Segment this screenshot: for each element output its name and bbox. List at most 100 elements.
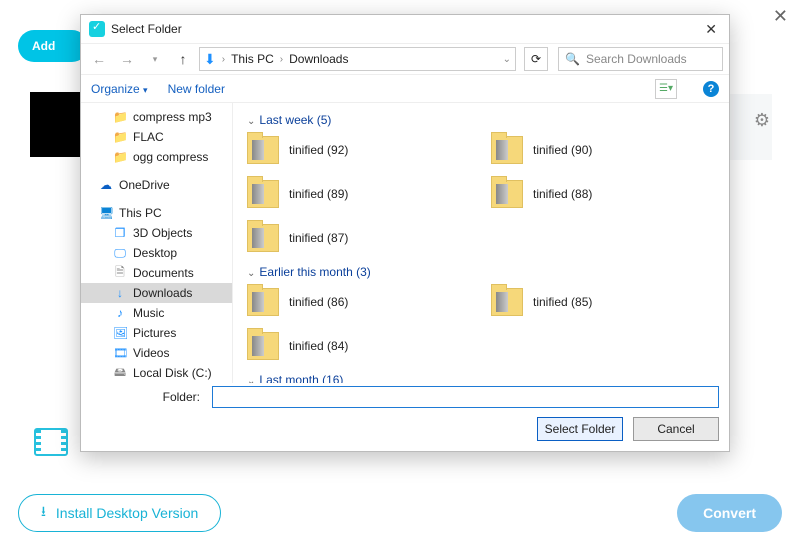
- tree-item-label: Documents: [133, 266, 194, 280]
- chevron-down-icon: ⌄: [247, 268, 255, 279]
- doc-icon: 🗎: [113, 263, 127, 284]
- folder-item[interactable]: tinified (85): [491, 285, 715, 319]
- nav-back-button[interactable]: ←: [87, 47, 111, 71]
- video-thumbnail: [30, 92, 80, 157]
- folder-item[interactable]: tinified (92): [247, 133, 471, 167]
- tree-item[interactable]: 🖥 This PC: [81, 203, 232, 223]
- video-icon: 🎞: [113, 346, 127, 360]
- tree-item[interactable]: 🖼Pictures: [81, 323, 232, 343]
- folder-label: tinified (88): [533, 187, 592, 201]
- folder-item[interactable]: tinified (89): [247, 177, 471, 211]
- breadcrumb-root[interactable]: This PC: [231, 52, 274, 66]
- tree-item[interactable]: 🖵 Desktop: [81, 243, 232, 263]
- folder-name-input[interactable]: [212, 386, 719, 408]
- folder-label: tinified (86): [289, 295, 348, 309]
- app-logo-icon: [89, 21, 105, 37]
- folder-icon: [491, 136, 523, 164]
- download-icon: ↓: [113, 286, 127, 300]
- group-title: Last month (16): [259, 373, 343, 383]
- tree-item[interactable]: ♪Music: [81, 303, 232, 323]
- cloud-icon: ☁: [99, 178, 113, 192]
- tree-item[interactable]: ☁ OneDrive: [81, 175, 232, 195]
- folder-content: ⌄Last week (5) tinified (92) tinified (90)…: [233, 103, 729, 383]
- breadcrumb[interactable]: ⬇ › This PC › Downloads ⌄: [199, 47, 516, 71]
- convert-button[interactable]: Convert: [677, 494, 782, 532]
- chevron-down-icon: ⌄: [247, 376, 255, 383]
- folder-field-label: Folder:: [91, 390, 206, 404]
- tree-item[interactable]: 🖴 Local Disk (C:): [81, 363, 232, 383]
- refresh-button[interactable]: ⟳: [524, 47, 548, 71]
- new-folder-button[interactable]: New folder: [168, 82, 225, 96]
- tree-item-label: This PC: [119, 206, 162, 220]
- tree-item-label: Desktop: [133, 246, 177, 260]
- cancel-button[interactable]: Cancel: [633, 417, 719, 441]
- tree-item[interactable]: 📁 compress mp3: [81, 107, 232, 127]
- breadcrumb-current[interactable]: Downloads: [289, 52, 348, 66]
- chevron-right-icon: ›: [280, 54, 283, 65]
- folder-icon: [247, 136, 279, 164]
- folder-icon: 📁: [113, 150, 127, 164]
- organize-menu[interactable]: Organize ▾: [91, 82, 148, 96]
- dialog-titlebar: Select Folder ✕: [81, 15, 729, 43]
- disk-icon: 🖴: [113, 363, 127, 384]
- folder-label: tinified (92): [289, 143, 348, 157]
- chevron-down-icon: ▾: [143, 85, 148, 95]
- search-input[interactable]: 🔍 Search Downloads: [558, 47, 723, 71]
- chevron-down-icon: ⌄: [247, 116, 255, 127]
- tree-item-label: FLAC: [133, 130, 164, 144]
- tree-item[interactable]: ↓Downloads: [81, 283, 232, 303]
- tree-item-label: OneDrive: [119, 178, 170, 192]
- close-icon[interactable]: ✕: [701, 21, 721, 38]
- folder-icon: [491, 288, 523, 316]
- nav-forward-button[interactable]: →: [115, 47, 139, 71]
- nav-bar: ← → ▾ ↑ ⬇ › This PC › Downloads ⌄ ⟳ 🔍 Se…: [81, 43, 729, 75]
- folder-item[interactable]: tinified (87): [247, 221, 471, 255]
- dialog-title: Select Folder: [111, 22, 701, 36]
- chevron-down-icon[interactable]: ⌄: [503, 54, 511, 65]
- gear-icon[interactable]: ⚙: [754, 110, 770, 131]
- nav-up-button[interactable]: ↑: [171, 47, 195, 71]
- tree-item-label: Local Disk (C:): [133, 366, 212, 380]
- folder-item[interactable]: tinified (84): [247, 329, 471, 363]
- tree-item[interactable]: ❒ 3D Objects: [81, 223, 232, 243]
- tree-item[interactable]: 🗎 Documents: [81, 263, 232, 283]
- folder-icon: [247, 332, 279, 360]
- help-icon[interactable]: ?: [703, 81, 719, 97]
- tree-item[interactable]: 📁 FLAC: [81, 127, 232, 147]
- folder-label: tinified (90): [533, 143, 592, 157]
- toolbar: Organize ▾ New folder ☰▾ ?: [81, 75, 729, 103]
- app-close-icon[interactable]: ✕: [773, 6, 788, 27]
- tree-item-label: Music: [133, 306, 164, 320]
- monitor-icon: 🖥: [99, 206, 113, 220]
- folder-icon: [247, 288, 279, 316]
- select-folder-dialog: Select Folder ✕ ← → ▾ ↑ ⬇ › This PC › Do…: [80, 14, 730, 452]
- group-header[interactable]: ⌄ Last month (16): [247, 373, 715, 383]
- folder-icon: 📁: [113, 110, 127, 124]
- tree-item-label: ogg compress: [133, 150, 208, 164]
- folder-icon: [247, 224, 279, 252]
- group-header[interactable]: ⌄Last week (5): [247, 113, 715, 127]
- folder-icon: 📁: [113, 130, 127, 144]
- cube-icon: ❒: [113, 226, 127, 240]
- folder-item[interactable]: tinified (90): [491, 133, 715, 167]
- desktop-icon: 🖵: [113, 246, 127, 261]
- folder-icon: [247, 180, 279, 208]
- group-header[interactable]: ⌄ Earlier this month (3): [247, 265, 715, 279]
- tree-item[interactable]: 📁 ogg compress: [81, 147, 232, 167]
- install-desktop-button[interactable]: ⭳ Install Desktop Version: [18, 494, 221, 532]
- tree-item-label: 3D Objects: [133, 226, 192, 240]
- tree-item-label: Pictures: [133, 326, 176, 340]
- group-title: Earlier this month (3): [259, 265, 370, 279]
- nav-history-button[interactable]: ▾: [143, 47, 167, 71]
- folder-item[interactable]: tinified (88): [491, 177, 715, 211]
- add-button[interactable]: Add: [18, 30, 88, 62]
- select-folder-button[interactable]: Select Folder: [537, 417, 623, 441]
- tree-item-label: Videos: [133, 346, 169, 360]
- tree-item[interactable]: 🎞 Videos: [81, 343, 232, 363]
- film-icon: [34, 428, 68, 456]
- download-icon: ⭳: [41, 501, 46, 525]
- view-options-button[interactable]: ☰▾: [655, 79, 677, 99]
- chevron-right-icon: ›: [222, 54, 225, 65]
- folder-item[interactable]: tinified (86): [247, 285, 471, 319]
- tree-item-label: compress mp3: [133, 110, 212, 124]
